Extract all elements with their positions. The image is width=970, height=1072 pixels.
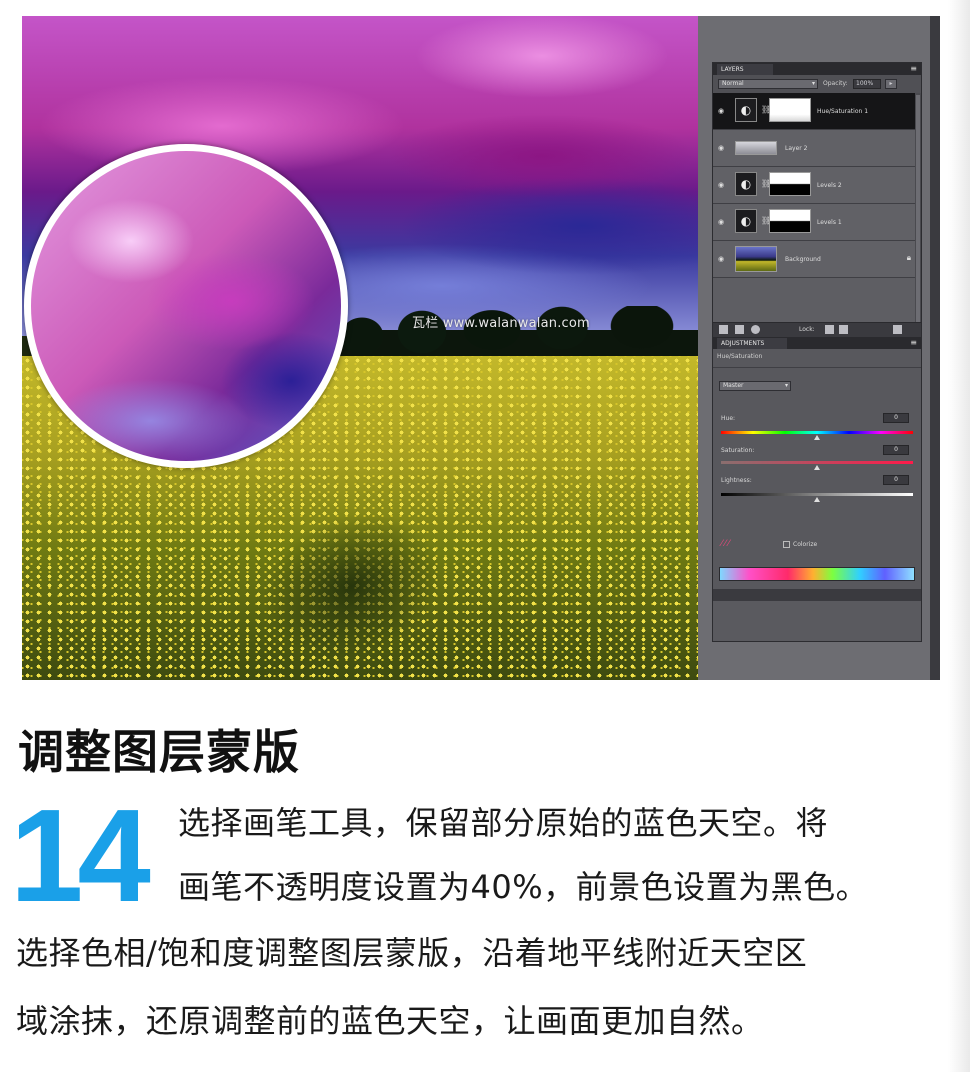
eye-icon[interactable]: ◉ [715, 106, 727, 116]
lock-pixels-icon[interactable] [825, 325, 834, 334]
layer-name: Layer 2 [785, 145, 808, 152]
body-line-1: 选择画笔工具，保留部分原始的蓝色天空。将 [178, 804, 829, 842]
opacity-dropdown-icon[interactable]: ▸ [885, 79, 897, 89]
hue-slider-thumb[interactable] [814, 435, 820, 440]
layer-row-hue-saturation[interactable]: ◉ ◐ ⛓ Hue/Saturation 1 [713, 93, 921, 130]
layer-thumbnail [735, 246, 777, 272]
panel-dock-edge [930, 16, 940, 680]
lightness-label: Lightness: [721, 477, 752, 484]
adjustment-layer-icon: ◐ [735, 98, 757, 122]
adjustment-layer-icon: ◐ [735, 172, 757, 196]
step-number: 14 [10, 782, 151, 929]
saturation-slider-thumb[interactable] [814, 465, 820, 470]
layers-panel: LAYERS ≡ Normal Opacity: 100% ▸ ◉ ◐ ⛓ Hu… [712, 62, 922, 642]
saturation-label: Saturation: [721, 447, 755, 454]
saturation-input[interactable]: 0 [883, 445, 909, 455]
adjustment-layer-icon: ◐ [735, 209, 757, 233]
lightness-slider-thumb[interactable] [814, 497, 820, 502]
eye-icon[interactable]: ◉ [715, 143, 727, 153]
hue-label: Hue: [721, 415, 736, 422]
layers-scrollbar[interactable] [915, 93, 921, 347]
hue-slider[interactable] [721, 431, 913, 434]
divider [713, 367, 921, 368]
eye-icon[interactable]: ◉ [715, 217, 727, 227]
lightness-input[interactable]: 0 [883, 475, 909, 485]
adjustment-type-title: Hue/Saturation [717, 353, 763, 360]
layer-mask-thumbnail[interactable] [769, 209, 811, 233]
lightness-slider[interactable] [721, 493, 913, 496]
landscape-photo: 瓦栏 www.walanwalan.com [22, 16, 698, 680]
lock-all-icon[interactable] [839, 325, 848, 334]
adjustments-tab[interactable]: ADJUSTMENTS [717, 338, 787, 349]
adjustments-menu-icon[interactable]: ≡ [910, 338, 917, 348]
layers-empty-area [713, 278, 921, 322]
layer-mask-thumbnail[interactable] [769, 172, 811, 196]
color-spectrum-bar [719, 567, 915, 581]
body-line-3: 选择色相/饱和度调整图层蒙版，沿着地平线附近天空区 [16, 934, 808, 972]
layer-mask-thumbnail[interactable] [769, 98, 811, 122]
eye-icon[interactable]: ◉ [715, 180, 727, 190]
body-line-2: 画笔不透明度设置为40%，前景色设置为黑色。 [178, 868, 869, 906]
colorize-label: Colorize [793, 541, 818, 548]
layers-toolbar: Lock: [713, 322, 921, 337]
link-layers-icon[interactable] [719, 325, 728, 334]
page-edge [948, 0, 970, 1072]
adjustments-panel: Hue/Saturation Master Hue: 0 Saturation:… [713, 349, 921, 601]
zoom-magnifier-circle [24, 144, 348, 468]
layer-thumbnail [735, 141, 777, 155]
opacity-input[interactable]: 100% [853, 79, 881, 89]
screenshot-figure: 瓦栏 www.walanwalan.com LAYERS ≡ Normal Op… [22, 16, 940, 680]
blend-bar: Normal Opacity: 100% ▸ [713, 75, 921, 93]
layer-row-levels-2[interactable]: ◉ ◐ ⛓ Levels 2 [713, 167, 921, 204]
eyedropper-icons[interactable]: ⁄⁄⁄ [721, 539, 732, 549]
layers-panel-header: LAYERS ≡ [713, 63, 921, 75]
layer-name: Levels 2 [817, 182, 842, 189]
lock-icon: 🔒︎ [906, 253, 911, 262]
adjustments-panel-header: ADJUSTMENTS ≡ [713, 337, 921, 349]
eye-icon[interactable]: ◉ [715, 254, 727, 264]
layer-name: Hue/Saturation 1 [817, 108, 869, 115]
section-heading: 调整图层蒙版 [18, 725, 300, 779]
opacity-label: Opacity: [823, 80, 848, 87]
layer-name: Background [785, 256, 821, 263]
adjustment-layer-button-icon[interactable] [751, 325, 760, 334]
new-group-icon[interactable] [735, 325, 744, 334]
hue-input[interactable]: 0 [883, 413, 909, 423]
layer-name: Levels 1 [817, 219, 842, 226]
body-line-4: 域涂抹，还原调整前的蓝色天空，让画面更加自然。 [16, 1002, 764, 1040]
channel-select[interactable]: Master [719, 381, 791, 391]
layer-row-layer-2[interactable]: ◉ Layer 2 [713, 130, 921, 167]
blend-mode-select[interactable]: Normal [718, 79, 818, 89]
layers-tab[interactable]: LAYERS [717, 64, 773, 75]
colorize-checkbox[interactable] [783, 541, 790, 548]
lock-label: Lock: [799, 326, 815, 333]
adjustments-footer [713, 589, 921, 601]
panel-menu-icon[interactable]: ≡ [910, 64, 917, 74]
saturation-slider[interactable] [721, 461, 913, 464]
watermark-text: 瓦栏 www.walanwalan.com [412, 316, 590, 331]
delete-layer-icon[interactable] [893, 325, 902, 334]
layer-row-background[interactable]: ◉ Background 🔒︎ [713, 241, 921, 278]
layer-row-levels-1[interactable]: ◉ ◐ ⛓ Levels 1 [713, 204, 921, 241]
